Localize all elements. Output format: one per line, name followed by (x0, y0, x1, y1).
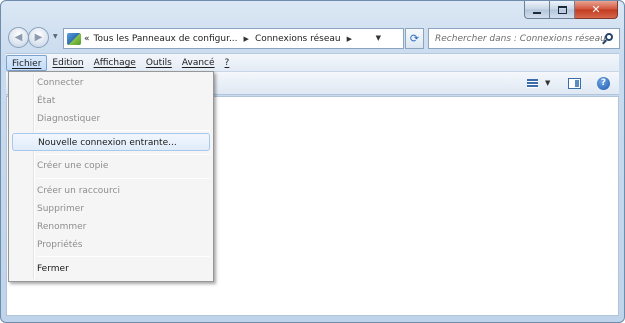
maximize-icon (557, 5, 567, 14)
recent-pages-dropdown-icon[interactable]: ▼ (53, 33, 58, 40)
navigation-bar: ◀ ▶ ▼ « Tous les Panneaux de configur...… (7, 27, 620, 49)
menu-separator (37, 130, 210, 131)
menu-separator (37, 154, 210, 155)
view-dropdown-icon[interactable]: ▼ (545, 79, 550, 87)
menu-help[interactable]: ? (220, 55, 235, 71)
network-folder-icon (67, 32, 81, 45)
menu-item-etat[interactable]: État (12, 92, 210, 110)
breadcrumb-separator-icon[interactable]: ▶ (347, 35, 352, 43)
search-icon[interactable] (605, 33, 613, 41)
menu-avance[interactable]: Avancé (177, 55, 220, 71)
caption-buttons: ✕ (524, 1, 618, 21)
menu-edition[interactable]: Edition (47, 55, 88, 71)
menu-item-creer-une-copie[interactable]: Créer une copie (12, 157, 210, 175)
menu-item-fermer[interactable]: Fermer (12, 260, 210, 278)
menu-affichage[interactable]: Affichage (89, 55, 141, 71)
explorer-window: ✕ ◀ ▶ ▼ « Tous les Panneaux de configur.… (0, 0, 625, 323)
back-arrow-icon: ◀ (14, 32, 23, 43)
menu-item-connecter[interactable]: Connecter (12, 74, 210, 92)
breadcrumb-control-panel[interactable]: Tous les Panneaux de configur... (94, 34, 238, 44)
menu-item-diagnostiquer[interactable]: Diagnostiquer (12, 110, 210, 128)
close-icon: ✕ (591, 3, 601, 16)
search-placeholder: Rechercher dans : Connexions réseau (435, 33, 606, 44)
file-menu-dropdown: Connecter État Diagnostiquer Nouvelle co… (8, 71, 214, 282)
menu-item-renommer[interactable]: Renommer (12, 218, 210, 236)
breadcrumb-network-connections[interactable]: Connexions réseau (255, 34, 341, 44)
menu-item-proprietes[interactable]: Propriétés (12, 236, 210, 254)
menu-item-nouvelle-connexion-entrante[interactable]: Nouvelle connexion entrante... (12, 133, 210, 151)
refresh-icon: ⟳ (409, 32, 420, 45)
refresh-button[interactable]: ⟳ (405, 28, 424, 49)
close-button[interactable]: ✕ (575, 1, 618, 19)
minimize-button[interactable] (524, 1, 550, 19)
menu-outils[interactable]: Outils (141, 55, 177, 71)
breadcrumb-overflow-button[interactable]: « (84, 34, 90, 44)
search-input[interactable]: Rechercher dans : Connexions réseau (428, 28, 620, 49)
address-bar[interactable]: « Tous les Panneaux de configur... ▶ Con… (63, 28, 404, 49)
change-view-icon[interactable] (527, 79, 538, 88)
menu-item-creer-un-raccourci[interactable]: Créer un raccourci (12, 182, 210, 200)
back-button[interactable]: ◀ (8, 27, 29, 48)
menu-bar: Fichier Edition Affichage Outils Avancé … (6, 53, 619, 71)
minimize-icon (533, 11, 541, 14)
forward-arrow-icon: ▶ (34, 32, 43, 43)
maximize-button[interactable] (550, 1, 575, 19)
menu-item-supprimer[interactable]: Supprimer (12, 200, 210, 218)
menu-separator (37, 178, 210, 179)
menu-separator (37, 256, 210, 257)
address-dropdown-icon[interactable]: ▼ (376, 34, 381, 42)
menu-fichier[interactable]: Fichier (6, 54, 48, 71)
forward-button[interactable]: ▶ (28, 27, 49, 48)
help-icon[interactable]: ? (597, 77, 610, 90)
breadcrumb-separator-icon[interactable]: ▶ (244, 35, 249, 43)
preview-pane-icon[interactable] (568, 78, 581, 89)
